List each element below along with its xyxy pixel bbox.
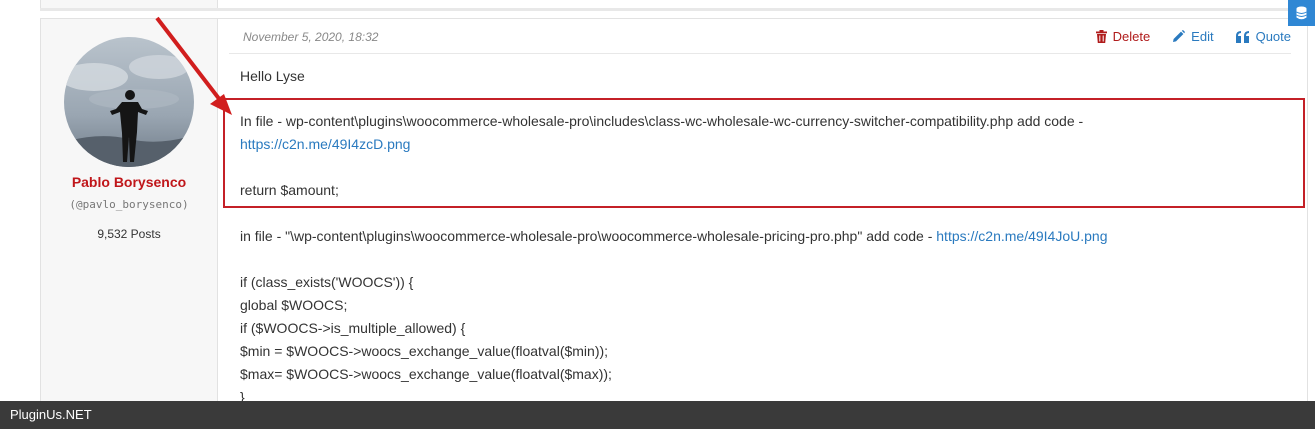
pencil-icon (1173, 30, 1186, 42)
code-line: $min = $WOOCS->woocs_exchange_value(floa… (240, 343, 609, 359)
database-icon[interactable] (1288, 0, 1315, 26)
screenshot-link-2[interactable]: https://c2n.me/49I4JoU.png (936, 228, 1107, 244)
quote-label: Quote (1255, 29, 1291, 44)
post-header-divider (229, 53, 1291, 54)
post-actions: Delete Edit Quote (1095, 29, 1291, 44)
code-line: if (class_exists('WOOCS')) { (240, 274, 414, 290)
code-line: $max= $WOOCS->woocs_exchange_value(float… (240, 366, 612, 382)
footer-site-name[interactable]: PluginUs.NET (0, 407, 92, 422)
quote-button[interactable]: Quote (1235, 29, 1291, 44)
instruction-text: in file - "\wp-content\plugins\woocommer… (240, 228, 937, 244)
edit-button[interactable]: Edit (1172, 29, 1214, 44)
author-name[interactable]: Pablo Borysenco (41, 174, 217, 190)
footer-bar: PluginUs.NET (0, 401, 1315, 429)
code-line: global $WOOCS; (240, 297, 348, 313)
quote-icon (1235, 30, 1249, 43)
author-handle: (@pavlo_borysenco) (69, 198, 189, 211)
author-post-count: 9,532 Posts (97, 227, 161, 241)
greeting-text: Hello Lyse (240, 68, 305, 84)
trash-icon (1095, 30, 1107, 43)
edit-label: Edit (1191, 29, 1214, 44)
highlight-box (223, 98, 1305, 208)
code-line: if ($WOOCS->is_multiple_allowed) { (240, 320, 466, 336)
delete-label: Delete (1112, 29, 1151, 44)
red-arrow-annotation (155, 16, 232, 115)
post-date: November 5, 2020, 18:32 (243, 30, 379, 44)
instruction-line: in file - "\wp-content\plugins\woocommer… (240, 225, 1297, 248)
delete-button[interactable]: Delete (1095, 29, 1151, 44)
